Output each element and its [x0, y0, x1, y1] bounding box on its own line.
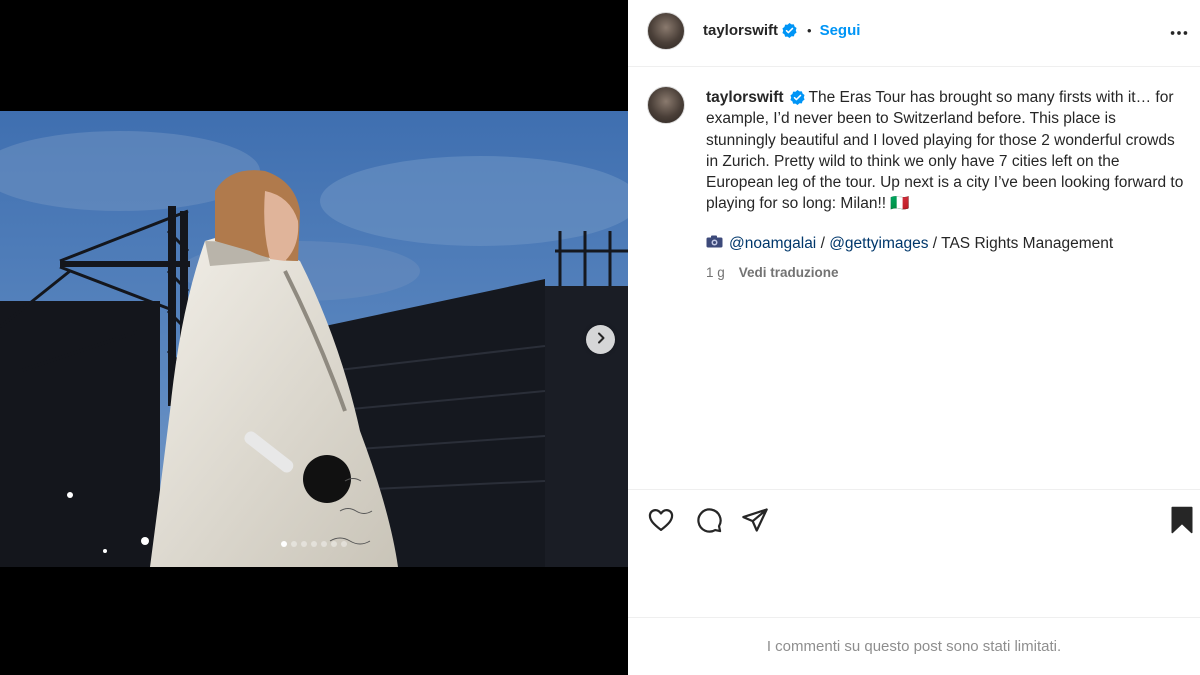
- carousel-next-button[interactable]: [586, 325, 615, 354]
- carousel-dot: [301, 541, 307, 547]
- post-header: taylorswift • Segui: [628, 0, 1200, 67]
- verified-badge-icon: [789, 90, 805, 105]
- post-sidebar: taylorswift • Segui taylorswift The Eras …: [628, 0, 1200, 675]
- photo-illustration: [0, 111, 628, 567]
- carousel-dot: [331, 541, 337, 547]
- caption-section: taylorswift The Eras Tour has brought so …: [628, 67, 1200, 489]
- follow-button[interactable]: Segui: [820, 22, 861, 39]
- mention-photographer[interactable]: @noamgalai: [729, 235, 816, 253]
- see-translation-button[interactable]: Vedi traduzione: [739, 265, 839, 280]
- caption-username[interactable]: taylorswift: [706, 89, 784, 106]
- carousel-indicator: [0, 541, 628, 547]
- carousel-dot: [281, 541, 287, 547]
- post-photo[interactable]: [0, 111, 628, 567]
- more-icon: [1168, 31, 1190, 48]
- camera-icon: [706, 235, 723, 253]
- caption-author-avatar[interactable]: [647, 86, 685, 124]
- photo-credits: @noamgalai / @gettyimages / TAS Rights M…: [706, 235, 1113, 253]
- credits-separator: /: [816, 235, 830, 252]
- comments-limited-notice: I commenti su questo post sono stati lim…: [628, 617, 1200, 675]
- bookmark-icon: [1169, 506, 1195, 538]
- comment-icon: [695, 508, 723, 538]
- like-button[interactable]: [647, 506, 675, 539]
- post-timestamp[interactable]: 1 g: [706, 265, 725, 280]
- save-button[interactable]: [1169, 506, 1195, 539]
- carousel-dot: [341, 541, 347, 547]
- carousel-dot: [291, 541, 297, 547]
- caption-meta: 1 g Vedi traduzione: [706, 265, 839, 280]
- post-caption: taylorswift The Eras Tour has brought so …: [706, 87, 1184, 215]
- media-pane: [0, 0, 628, 675]
- caption-text: The Eras Tour has brought so many firsts…: [706, 89, 1184, 213]
- action-bar: [628, 489, 1200, 617]
- share-icon: [741, 508, 769, 538]
- credits-rest: / TAS Rights Management: [928, 235, 1114, 252]
- header-separator: •: [807, 23, 812, 38]
- share-button[interactable]: [741, 506, 769, 539]
- author-username[interactable]: taylorswift: [703, 22, 778, 39]
- comment-button[interactable]: [695, 506, 723, 539]
- heart-icon: [647, 508, 675, 538]
- author-avatar[interactable]: [647, 12, 685, 50]
- chevron-right-icon: [595, 331, 607, 349]
- carousel-dot: [311, 541, 317, 547]
- more-options-button[interactable]: [1168, 22, 1190, 49]
- verified-badge-icon: [782, 23, 797, 38]
- carousel-dot: [321, 541, 327, 547]
- mention-agency[interactable]: @gettyimages: [829, 235, 928, 253]
- author-info: taylorswift • Segui: [703, 22, 860, 39]
